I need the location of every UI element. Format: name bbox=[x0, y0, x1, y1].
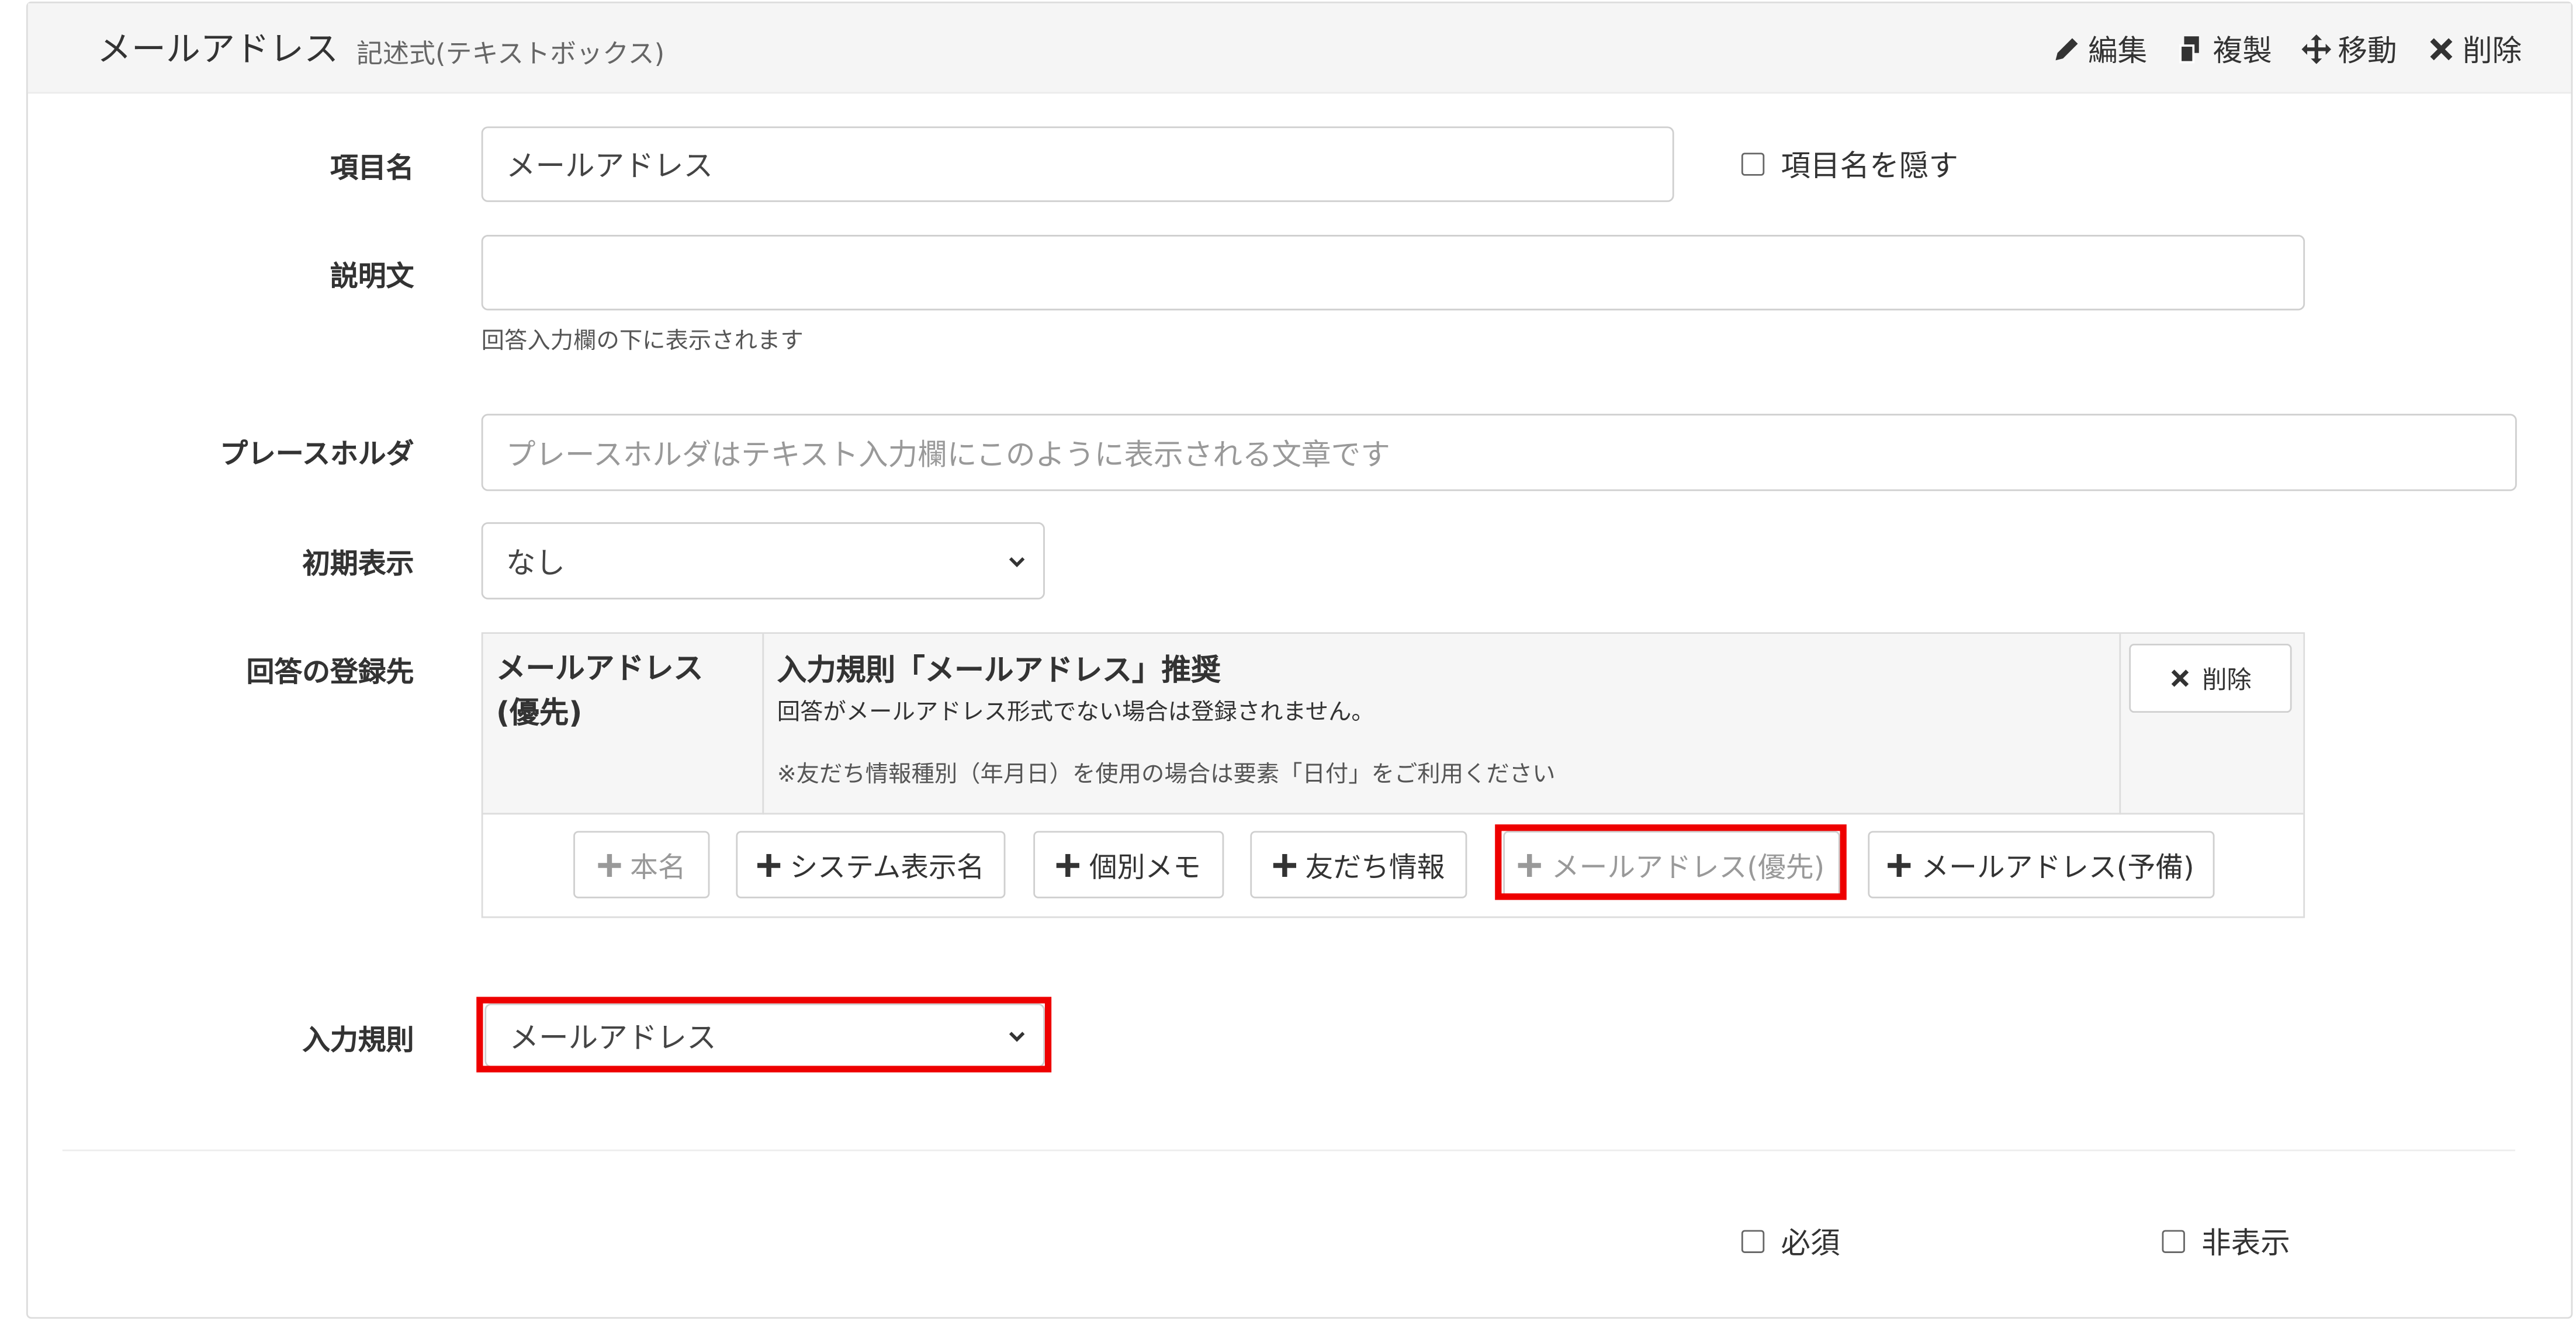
card-header: メールアドレス 記述式(テキストボックス) 編集 複製 移動 削除 bbox=[27, 3, 2571, 94]
duplicate-button[interactable]: 複製 bbox=[2177, 28, 2272, 71]
highlight-input-rule bbox=[476, 997, 1052, 1073]
duplicate-label: 複製 bbox=[2213, 34, 2272, 70]
plus-icon bbox=[1888, 853, 1912, 876]
description-label: 説明文 bbox=[330, 261, 414, 294]
add-email-backup-label: メールアドレス(予備) bbox=[1921, 852, 2194, 886]
required-label: 必須 bbox=[1781, 1226, 1840, 1262]
required-checkbox[interactable]: 必須 bbox=[1741, 1220, 1840, 1263]
placeholder-label: プレースホルダ bbox=[220, 438, 414, 471]
item-name-input[interactable]: メールアドレス bbox=[481, 126, 1674, 202]
hidden-label: 非表示 bbox=[2201, 1226, 2290, 1262]
edit-label: 編集 bbox=[2088, 34, 2148, 70]
close-icon bbox=[2172, 669, 2190, 687]
input-rule-label: 入力規則 bbox=[302, 1025, 414, 1058]
destination-field-cell: メールアドレス (優先) bbox=[483, 634, 764, 815]
destination-delete-label: 削除 bbox=[2202, 664, 2252, 694]
initial-display-value: なし bbox=[505, 546, 566, 581]
item-subtitle: 記述式(テキストボックス) bbox=[356, 37, 665, 70]
divider bbox=[62, 1149, 2515, 1151]
rule-note: ※友だち情報種別（年月日）を使用の場合は要素「日付」をご利用ください bbox=[777, 762, 1556, 789]
delete-label: 削除 bbox=[2462, 34, 2522, 70]
hide-label-checkbox[interactable]: 項目名を隠す bbox=[1741, 143, 1958, 186]
initial-display-label: 初期表示 bbox=[302, 548, 414, 582]
add-system-display-name-button[interactable]: システム表示名 bbox=[736, 831, 1006, 898]
checkbox-box[interactable] bbox=[2162, 1230, 2185, 1253]
placeholder-sample-text: プレースホルダはテキスト入力欄にこのように表示される文章です bbox=[505, 438, 1390, 473]
delete-button[interactable]: 削除 bbox=[2426, 28, 2522, 71]
destination-delete-button[interactable]: 削除 bbox=[2129, 643, 2292, 713]
rule-description: 回答がメールアドレス形式でない場合は登録されません。 bbox=[777, 699, 1374, 726]
checkbox-box[interactable] bbox=[1741, 1230, 1765, 1253]
chevron-down-icon bbox=[1009, 556, 1025, 567]
table-row: メールアドレス (優先) 入力規則「メールアドレス」推奨 回答がメールアドレス形… bbox=[483, 634, 2304, 815]
move-icon bbox=[2301, 34, 2332, 64]
plus-icon bbox=[1056, 853, 1079, 876]
pencil-icon bbox=[2055, 38, 2078, 61]
description-input[interactable] bbox=[481, 235, 2305, 311]
move-label: 移動 bbox=[2338, 34, 2397, 70]
initial-display-select[interactable]: なし bbox=[481, 522, 1045, 600]
destination-rule-cell: 入力規則「メールアドレス」推奨 回答がメールアドレス形式でない場合は登録されませ… bbox=[764, 634, 2121, 815]
hidden-checkbox[interactable]: 非表示 bbox=[2162, 1220, 2290, 1263]
add-real-name-button[interactable]: 本名 bbox=[573, 831, 710, 898]
add-real-name-label: 本名 bbox=[630, 852, 686, 886]
item-title: メールアドレス bbox=[96, 29, 339, 70]
hide-label-text: 項目名を隠す bbox=[1781, 149, 1958, 184]
move-button[interactable]: 移動 bbox=[2301, 28, 2397, 71]
item-name-value: メールアドレス bbox=[505, 149, 714, 184]
add-system-display-name-label: システム表示名 bbox=[790, 852, 985, 886]
destination-field-priority: (優先) bbox=[496, 696, 583, 731]
checkbox-box[interactable] bbox=[1741, 152, 1765, 176]
destination-field-name: メールアドレス bbox=[496, 652, 704, 687]
description-hint: 回答入力欄の下に表示されます bbox=[481, 328, 804, 355]
add-personal-memo-label: 個別メモ bbox=[1089, 852, 1201, 886]
item-name-label: 項目名 bbox=[330, 152, 414, 186]
add-email-backup-button[interactable]: メールアドレス(予備) bbox=[1868, 831, 2215, 898]
duplicate-icon bbox=[2179, 36, 2199, 64]
highlight-email-primary bbox=[1495, 824, 1847, 900]
header-actions: 編集 複製 移動 削除 bbox=[2052, 28, 2522, 71]
add-personal-memo-button[interactable]: 個別メモ bbox=[1033, 831, 1224, 898]
plus-icon bbox=[597, 853, 621, 876]
destination-label: 回答の登録先 bbox=[246, 657, 414, 690]
add-friend-info-button[interactable]: 友だち情報 bbox=[1250, 831, 1467, 898]
plus-icon bbox=[757, 853, 780, 876]
close-icon bbox=[2430, 38, 2453, 61]
rule-title: 入力規則「メールアドレス」推奨 bbox=[777, 653, 1221, 688]
plus-icon bbox=[1272, 853, 1296, 876]
edit-button[interactable]: 編集 bbox=[2052, 28, 2147, 71]
destination-table: メールアドレス (優先) 入力規則「メールアドレス」推奨 回答がメールアドレス形… bbox=[481, 632, 2305, 918]
placeholder-input[interactable]: プレースホルダはテキスト入力欄にこのように表示される文章です bbox=[481, 414, 2517, 491]
add-friend-info-label: 友だち情報 bbox=[1305, 852, 1445, 886]
